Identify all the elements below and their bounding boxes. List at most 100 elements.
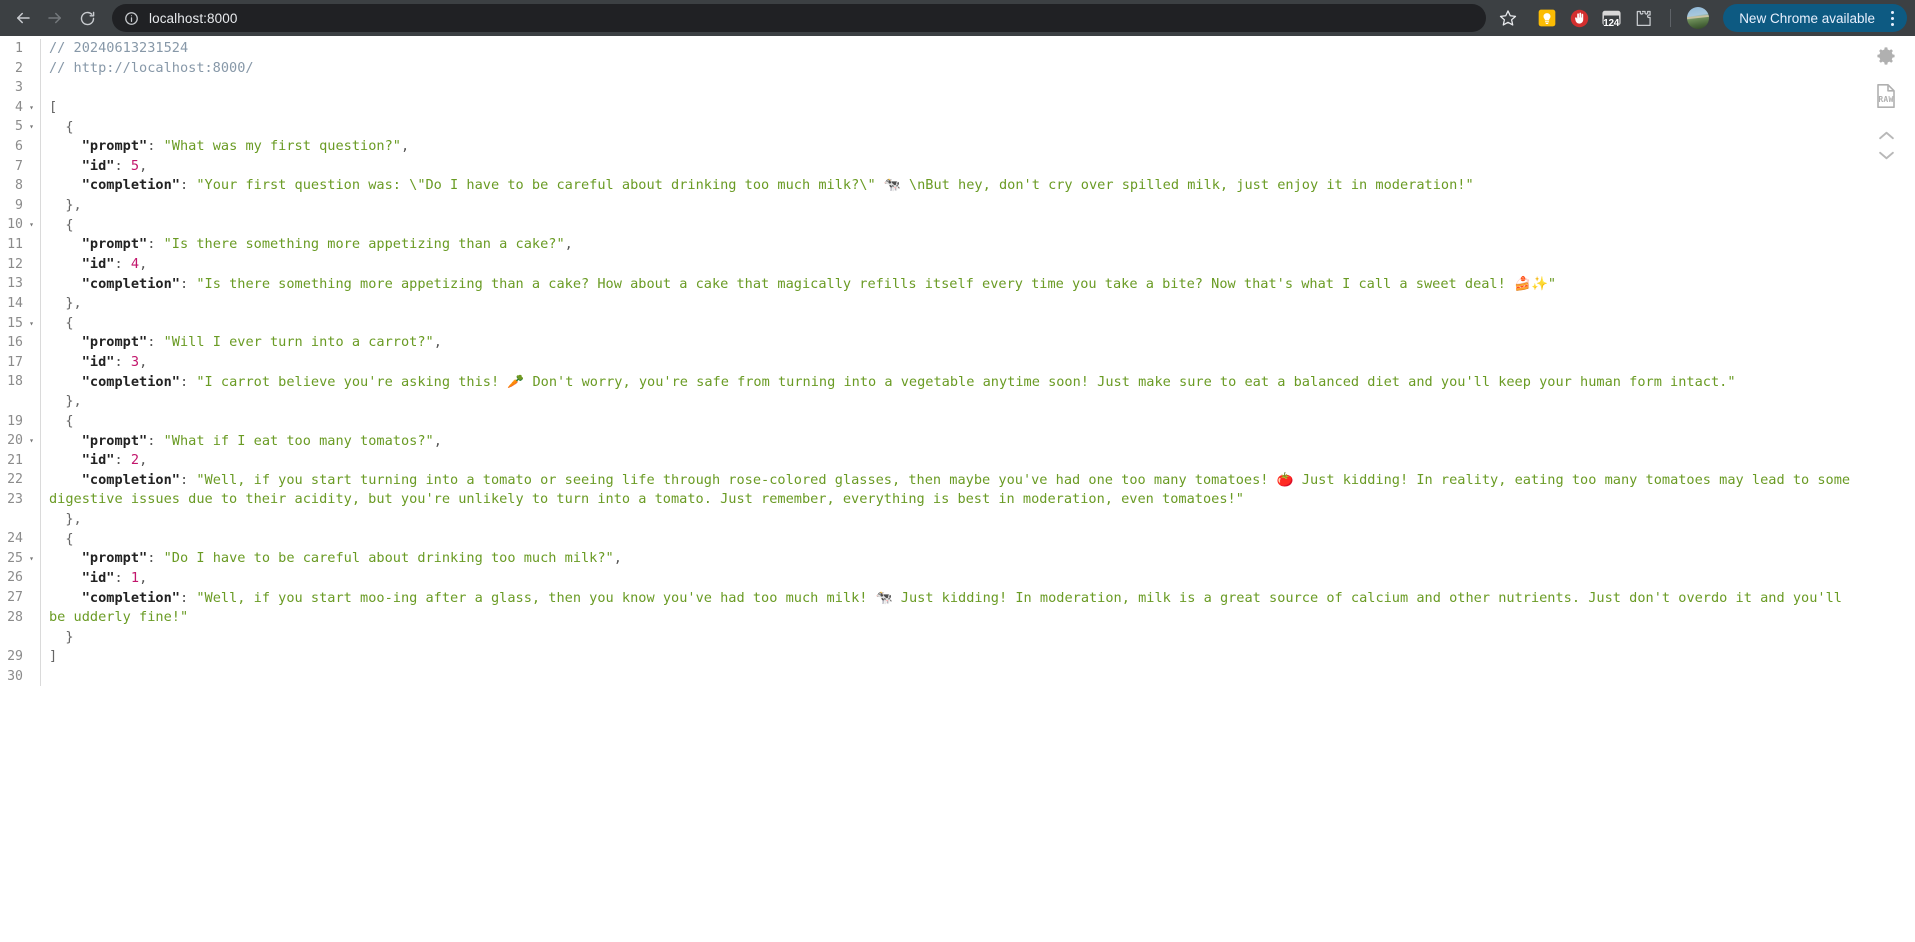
token-brace: } [49,628,74,645]
fold-toggle-icon[interactable]: ▾ [26,117,37,137]
line-number: 19 [7,413,23,429]
scroll-to-top-button[interactable] [1873,126,1899,144]
code-line: { [49,118,1855,138]
token-punct: , [139,157,148,174]
fold-toggle-icon[interactable]: ▾ [26,314,37,334]
token-key: "prompt" [49,334,148,351]
info-circle-icon [124,11,138,25]
token-key: "prompt" [49,236,148,253]
code-line: "id": 4, [49,255,1855,275]
token-key: "completion" [49,373,180,390]
code-line: "prompt": "What if I eat too many tomato… [49,432,1855,452]
code-line: { [49,216,1855,236]
token-key: "id" [49,569,115,586]
token-key: "completion" [49,589,180,606]
line-number: 8 [15,178,23,194]
code-line: "prompt": "Is there something more appet… [49,235,1855,255]
tab-count-label: 124 [1603,18,1620,29]
token-brace: }, [49,197,82,213]
token-str: "Is there something more appetizing than… [196,275,1514,292]
code-line: "prompt": "Will I ever turn into a carro… [49,333,1855,353]
token-punct: : [114,569,131,586]
line-number: 5 ▾ [0,117,40,137]
token-punct: : [147,432,164,449]
fold-toggle-icon[interactable]: ▾ [26,98,37,118]
line-number: 2 [15,60,23,76]
code-line: ] [49,647,1855,667]
code-line: }, [49,392,1855,412]
line-number: 13 [7,276,23,292]
token-punct: : [114,255,131,272]
ublock-origin-icon[interactable] [1568,7,1590,29]
toolbar-divider [1670,9,1672,27]
browser-toolbar: localhost:8000 124 New Chrome available [0,0,1915,36]
code-line: "id": 5, [49,157,1855,177]
token-str: "Well, if you start turning into a tomat… [196,471,1277,488]
line-number: 4 ▾ [0,98,40,118]
line-number: 27 [7,590,23,606]
chevron-down-icon [1878,151,1894,159]
reload-button[interactable] [72,3,102,33]
extensions-area: 124 [1530,7,1715,29]
code-line: "prompt": "Do I have to be careful about… [49,549,1855,569]
token-punct: : [147,334,164,351]
token-num: 2 [130,452,140,469]
lightbulb-extension-icon[interactable] [1536,7,1558,29]
line-number: 28 [7,609,23,625]
forward-button[interactable] [40,3,70,33]
token-brace: }, [49,511,82,527]
token-punct: , [139,255,148,272]
token-num: 3 [130,354,140,370]
line-number: 12 [7,256,23,272]
token-key: "completion" [49,177,180,194]
json-code-content[interactable]: // 20240613231524 // http://localhost:800… [41,39,1915,686]
fold-toggle-icon[interactable]: ▾ [26,431,37,451]
code-line: } [49,628,1855,648]
token-punct: , [433,334,442,351]
tab-count-icon[interactable]: 124 [1600,7,1622,29]
code-line: "completion": "Is there something more a… [49,275,1855,295]
viewer-tool-rail: RAW [1867,42,1905,164]
token-punct: , [139,569,148,586]
line-number: 16 [7,335,23,351]
token-str: Don't worry, you're safe from turning in… [524,373,1736,390]
line-number: 21 [7,452,23,468]
token-punct: : [179,177,197,194]
raw-view-button[interactable]: RAW [1872,82,1900,110]
bookmark-button[interactable] [1494,4,1522,32]
line-number: 14 [7,295,23,311]
profile-avatar[interactable] [1687,7,1710,29]
line-number-spacer [0,392,40,412]
chrome-update-button[interactable]: New Chrome available [1723,4,1907,32]
fold-toggle-icon[interactable]: ▾ [26,215,37,235]
token-brace: }, [49,295,82,312]
code-area: 1 2 3 4 ▾ 5 ▾ 6 7 8 9 10 ▾ 11 12 13 14 15 ▾ 16 17 18 19 20 ▾ 21 2… [0,36,1915,687]
fold-toggle-icon[interactable]: ▾ [26,549,37,569]
token-str: "Will I ever turn into a carrot?" [163,334,434,351]
token-comment: // 20240613231524 [49,40,189,56]
token-key: "prompt" [49,432,148,449]
address-bar[interactable]: localhost:8000 [112,4,1487,32]
arrow-left-icon [17,12,30,24]
line-number: 26 [7,570,23,586]
line-number: 20 ▾ [0,431,40,451]
star-icon [1500,10,1517,26]
scroll-to-bottom-button[interactable] [1873,146,1899,164]
token-punct: : [147,138,164,155]
settings-button[interactable] [1872,42,1900,70]
extensions-puzzle-icon[interactable] [1632,7,1654,29]
line-number: 30 [7,668,23,684]
line-number: 17 [7,354,23,370]
token-str: "Is there something more appetizing than… [163,236,565,253]
back-button[interactable] [8,3,38,33]
gear-icon [1877,47,1895,65]
emoji-glyph: 🍰 [1514,275,1531,292]
emoji-glyph: 🍅 [1276,471,1294,488]
bulb-icon [1538,9,1556,27]
token-punct: : [179,275,197,292]
token-key: "id" [49,354,115,370]
site-info-icon[interactable] [122,9,140,27]
more-vertical-icon[interactable] [1881,7,1903,29]
address-bar-text[interactable]: localhost:8000 [149,11,237,26]
